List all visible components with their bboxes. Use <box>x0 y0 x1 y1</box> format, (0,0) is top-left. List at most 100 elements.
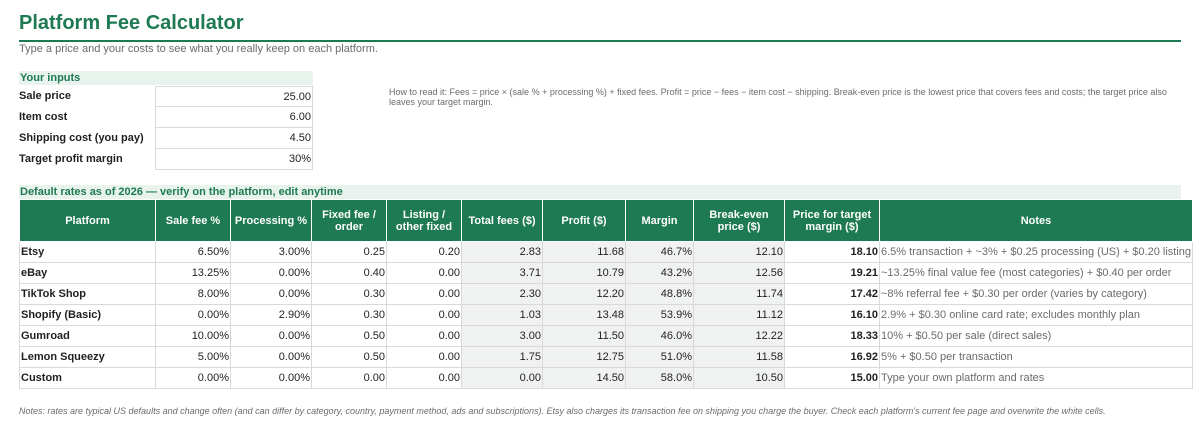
fixed-fee-cell[interactable]: 0.30 <box>311 283 387 305</box>
platform-note[interactable]: ~8% referral fee + $0.30 per order (vari… <box>878 283 1194 305</box>
profit-cell: 14.50 <box>542 367 626 389</box>
item-cost-input[interactable]: 6.00 <box>155 107 313 128</box>
sale-fee-cell[interactable]: 13.25% <box>155 262 231 284</box>
table-row: Custom 0.00% 0.00% 0.00 0.00 0.00 14.50 … <box>19 367 1194 389</box>
margin-cell: 43.2% <box>625 262 694 284</box>
platform-note[interactable]: 10% + $0.50 per sale (direct sales) <box>878 325 1194 347</box>
table-row: Lemon Squeezy 5.00% 0.00% 0.50 0.00 1.75… <box>19 346 1194 368</box>
total-fees-cell: 1.03 <box>461 304 543 326</box>
listing-fee-cell[interactable]: 0.00 <box>386 367 462 389</box>
target-margin-label: Target profit margin <box>19 153 123 165</box>
listing-fee-cell[interactable]: 0.00 <box>386 304 462 326</box>
processing-cell[interactable]: 0.00% <box>230 283 312 305</box>
profit-cell: 12.75 <box>542 346 626 368</box>
fixed-fee-cell[interactable]: 0.50 <box>311 346 387 368</box>
listing-fee-cell[interactable]: 0.20 <box>386 241 462 263</box>
listing-fee-cell[interactable]: 0.00 <box>386 262 462 284</box>
total-fees-cell: 3.00 <box>461 325 543 347</box>
fixed-fee-cell[interactable]: 0.25 <box>311 241 387 263</box>
sale-fee-cell[interactable]: 0.00% <box>155 304 231 326</box>
total-fees-cell: 3.71 <box>461 262 543 284</box>
table-header-row: Platform Sale fee % Processing % Fixed f… <box>19 199 1194 242</box>
break-even-cell: 12.22 <box>693 325 785 347</box>
sale-fee-cell[interactable]: 0.00% <box>155 367 231 389</box>
col-header-profit: Profit ($) <box>542 199 626 242</box>
table-row: Gumroad 10.00% 0.00% 0.50 0.00 3.00 11.5… <box>19 325 1194 347</box>
col-header-processing: Processing % <box>230 199 312 242</box>
input-row-item-cost: Item cost 6.00 <box>19 107 313 128</box>
listing-fee-cell[interactable]: 0.00 <box>386 325 462 347</box>
target-margin-input[interactable]: 30% <box>155 149 313 170</box>
col-header-platform: Platform <box>19 199 156 242</box>
table-row: Etsy 6.50% 3.00% 0.25 0.20 2.83 11.68 46… <box>19 241 1194 263</box>
profit-cell: 11.68 <box>542 241 626 263</box>
margin-cell: 51.0% <box>625 346 694 368</box>
col-header-sale-fee: Sale fee % <box>155 199 231 242</box>
listing-fee-cell[interactable]: 0.00 <box>386 346 462 368</box>
total-fees-cell: 0.00 <box>461 367 543 389</box>
break-even-cell: 11.58 <box>693 346 785 368</box>
table-row: TikTok Shop 8.00% 0.00% 0.30 0.00 2.30 1… <box>19 283 1194 305</box>
target-price-cell: 16.10 <box>784 304 880 326</box>
platform-name[interactable]: Gumroad <box>19 325 156 347</box>
input-row-shipping-cost: Shipping cost (you pay) 4.50 <box>19 128 313 149</box>
margin-cell: 58.0% <box>625 367 694 389</box>
break-even-cell: 10.50 <box>693 367 785 389</box>
profit-cell: 10.79 <box>542 262 626 284</box>
processing-cell[interactable]: 0.00% <box>230 325 312 347</box>
platform-note[interactable]: 6.5% transaction + ~3% + $0.25 processin… <box>878 241 1194 263</box>
platform-fee-table: Platform Sale fee % Processing % Fixed f… <box>19 199 1194 389</box>
margin-cell: 48.8% <box>625 283 694 305</box>
profit-cell: 11.50 <box>542 325 626 347</box>
platform-note[interactable]: ~13.25% final value fee (most categories… <box>878 262 1194 284</box>
platform-name[interactable]: Custom <box>19 367 156 389</box>
target-price-cell: 15.00 <box>784 367 880 389</box>
listing-fee-cell[interactable]: 0.00 <box>386 283 462 305</box>
table-row: Shopify (Basic) 0.00% 2.90% 0.30 0.00 1.… <box>19 304 1194 326</box>
platform-note[interactable]: 2.9% + $0.30 online card rate; excludes … <box>878 304 1194 326</box>
processing-cell[interactable]: 0.00% <box>230 367 312 389</box>
platform-name[interactable]: Lemon Squeezy <box>19 346 156 368</box>
col-header-listing-fixed: Listing / other fixed <box>386 199 462 242</box>
fixed-fee-cell[interactable]: 0.30 <box>311 304 387 326</box>
col-header-total-fees: Total fees ($) <box>461 199 543 242</box>
break-even-cell: 12.10 <box>693 241 785 263</box>
title-divider <box>19 40 1181 42</box>
col-header-fixed-fee: Fixed fee / order <box>311 199 387 242</box>
platform-note[interactable]: Type your own platform and rates <box>878 367 1194 389</box>
platform-name[interactable]: Shopify (Basic) <box>19 304 156 326</box>
sale-fee-cell[interactable]: 6.50% <box>155 241 231 263</box>
target-price-cell: 17.42 <box>784 283 880 305</box>
processing-cell[interactable]: 3.00% <box>230 241 312 263</box>
sale-fee-cell[interactable]: 5.00% <box>155 346 231 368</box>
fixed-fee-cell[interactable]: 0.50 <box>311 325 387 347</box>
processing-cell[interactable]: 2.90% <box>230 304 312 326</box>
break-even-cell: 11.74 <box>693 283 785 305</box>
profit-cell: 12.20 <box>542 283 626 305</box>
sale-fee-cell[interactable]: 10.00% <box>155 325 231 347</box>
target-price-cell: 16.92 <box>784 346 880 368</box>
platform-note[interactable]: 5% + $0.50 per transaction <box>878 346 1194 368</box>
margin-cell: 46.7% <box>625 241 694 263</box>
sale-price-label: Sale price <box>19 90 71 102</box>
margin-cell: 53.9% <box>625 304 694 326</box>
platform-name[interactable]: eBay <box>19 262 156 284</box>
platform-name[interactable]: TikTok Shop <box>19 283 156 305</box>
fixed-fee-cell[interactable]: 0.40 <box>311 262 387 284</box>
processing-cell[interactable]: 0.00% <box>230 262 312 284</box>
fixed-fee-cell[interactable]: 0.00 <box>311 367 387 389</box>
target-price-cell: 18.33 <box>784 325 880 347</box>
table-row: eBay 13.25% 0.00% 0.40 0.00 3.71 10.79 4… <box>19 262 1194 284</box>
break-even-cell: 12.56 <box>693 262 785 284</box>
shipping-cost-input[interactable]: 4.50 <box>155 128 313 149</box>
sale-price-input[interactable]: 25.00 <box>155 86 313 107</box>
col-header-break-even: Break-even price ($) <box>693 199 785 242</box>
total-fees-cell: 2.30 <box>461 283 543 305</box>
target-price-cell: 18.10 <box>784 241 880 263</box>
total-fees-cell: 1.75 <box>461 346 543 368</box>
processing-cell[interactable]: 0.00% <box>230 346 312 368</box>
platform-name[interactable]: Etsy <box>19 241 156 263</box>
total-fees-cell: 2.83 <box>461 241 543 263</box>
input-row-target-margin: Target profit margin 30% <box>19 149 313 170</box>
sale-fee-cell[interactable]: 8.00% <box>155 283 231 305</box>
